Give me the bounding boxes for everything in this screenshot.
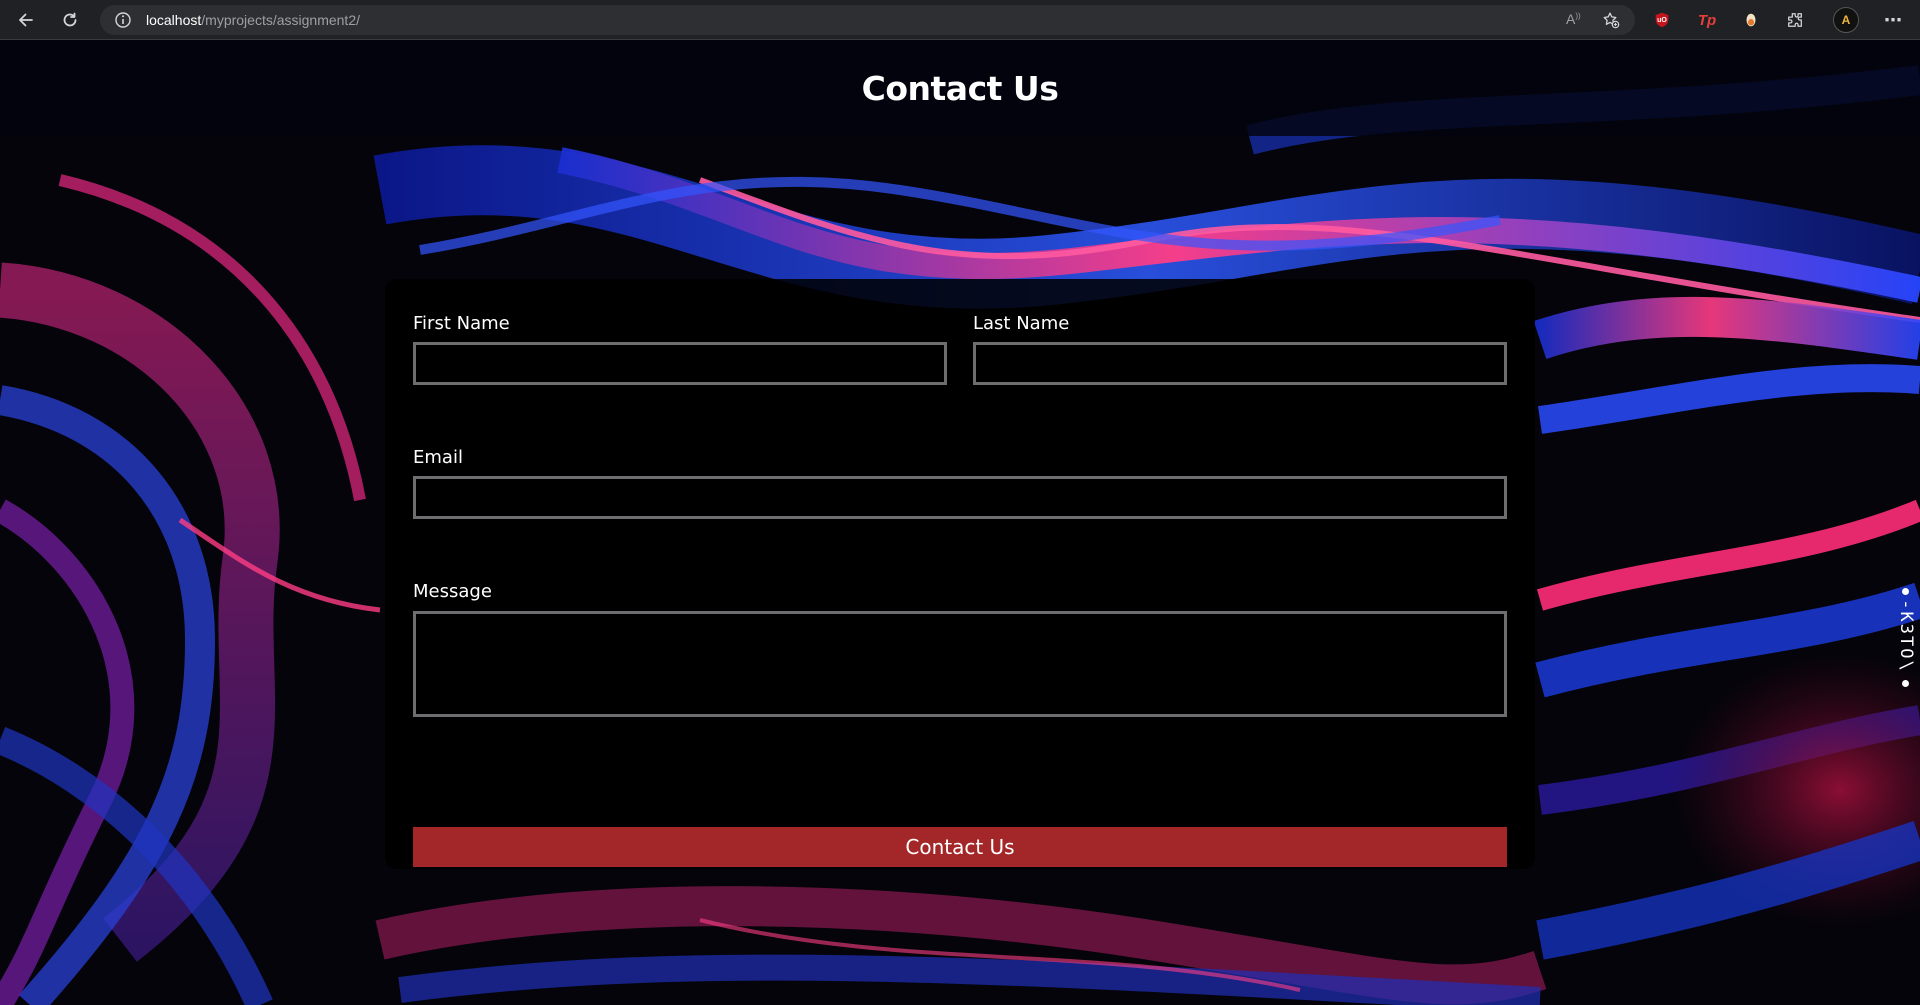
page-viewport: Contact Us First Name Last Name Email Me…: [0, 40, 1920, 1005]
extensions-puzzle-icon[interactable]: [1785, 10, 1805, 30]
side-floating-widget[interactable]: -K3TO\: [1895, 588, 1917, 688]
email-input[interactable]: [413, 476, 1507, 519]
email-label: Email: [413, 447, 463, 468]
tp-extension-label: Tp: [1697, 11, 1717, 29]
last-name-label: Last Name: [973, 313, 1070, 334]
url-path: /myprojects/assignment2/: [201, 12, 360, 28]
message-label: Message: [413, 581, 492, 602]
message-textarea[interactable]: [413, 611, 1507, 717]
contact-us-button[interactable]: Contact Us: [413, 827, 1507, 867]
reload-button[interactable]: [56, 6, 84, 34]
add-favorite-icon[interactable]: [1602, 11, 1620, 29]
read-aloud-icon[interactable]: A)): [1566, 11, 1584, 29]
ublock-extension-label: uO: [1657, 16, 1667, 24]
widget-dot-bottom: [1902, 680, 1909, 687]
address-bar[interactable]: localhost/myprojects/assignment2/ A)): [100, 5, 1635, 35]
back-arrow-icon: [19, 13, 33, 26]
back-button[interactable]: [12, 6, 40, 34]
reload-icon: [63, 12, 77, 26]
url-text[interactable]: localhost/myprojects/assignment2/: [146, 12, 360, 28]
page-header: Contact Us: [0, 40, 1920, 136]
ublock-extension-icon[interactable]: uO: [1652, 10, 1672, 30]
url-host: localhost: [146, 12, 202, 28]
tp-extension-icon[interactable]: Tp: [1697, 10, 1717, 30]
read-aloud-letter: A: [1566, 11, 1576, 27]
info-icon[interactable]: [114, 11, 132, 29]
page-title: Contact Us: [861, 68, 1059, 108]
last-name-input[interactable]: [973, 342, 1507, 385]
profile-avatar-icon[interactable]: A: [1833, 7, 1859, 33]
pin-extension-icon[interactable]: [1741, 10, 1761, 30]
profile-letter: A: [1841, 13, 1851, 27]
more-menu-icon[interactable]: ⋯: [1880, 8, 1906, 32]
first-name-input[interactable]: [413, 342, 947, 385]
browser-toolbar: localhost/myprojects/assignment2/ A)) uO…: [0, 0, 1920, 40]
contact-form: First Name Last Name Email Message Conta…: [385, 279, 1535, 869]
side-widget-label: -K3TO\: [1896, 599, 1916, 673]
first-name-label: First Name: [413, 313, 510, 334]
